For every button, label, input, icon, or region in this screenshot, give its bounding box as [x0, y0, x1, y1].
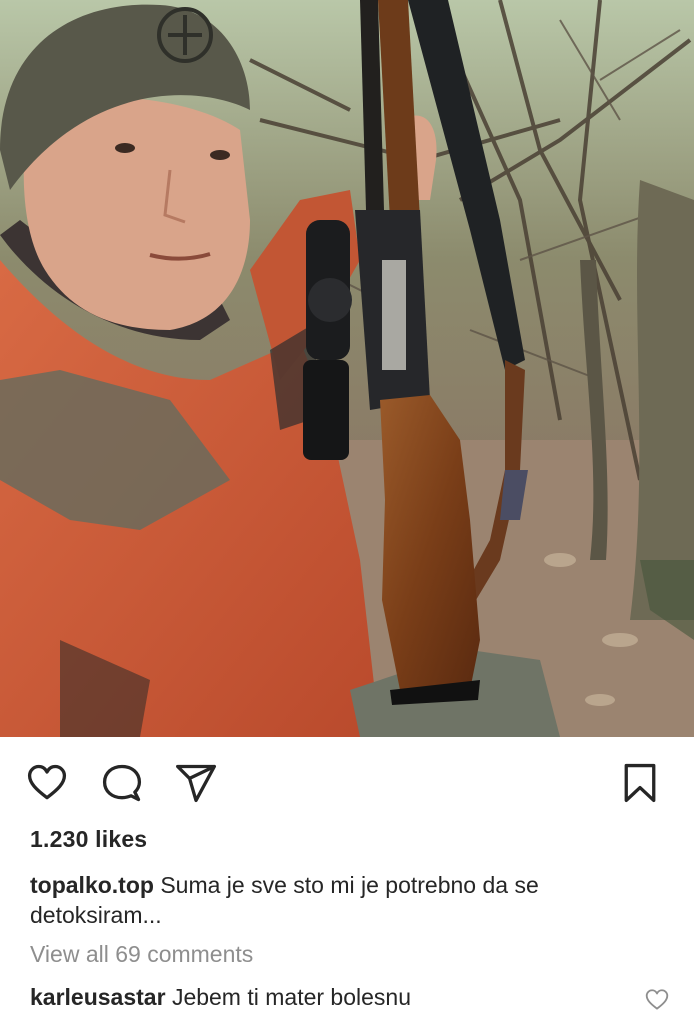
share-button[interactable] — [174, 761, 218, 805]
comment-bubble-icon — [102, 764, 142, 802]
post-photo-illustration — [0, 0, 694, 737]
like-button[interactable] — [25, 761, 69, 805]
bookmark-icon — [624, 763, 656, 803]
comment-text: Jebem ti mater bolesnu — [171, 984, 412, 1010]
comment-item: karleusastar Jebem ti mater bolesnu — [30, 984, 411, 1011]
heart-icon — [27, 764, 67, 800]
paper-plane-icon — [176, 764, 216, 803]
post-action-bar — [0, 737, 694, 825]
comment-like-button[interactable] — [643, 986, 671, 1014]
likes-count[interactable]: 1.230 likes — [30, 826, 147, 853]
comment-username[interactable]: karleusastar — [30, 984, 166, 1010]
save-button[interactable] — [618, 761, 662, 805]
post-image[interactable] — [0, 0, 694, 737]
heart-small-icon — [645, 989, 669, 1010]
view-all-comments-link[interactable]: View all 69 comments — [30, 941, 253, 968]
caption-username[interactable]: topalko.top — [30, 872, 154, 898]
post-caption: topalko.top Suma je sve sto mi je potreb… — [30, 870, 650, 930]
comment-button[interactable] — [100, 761, 144, 805]
